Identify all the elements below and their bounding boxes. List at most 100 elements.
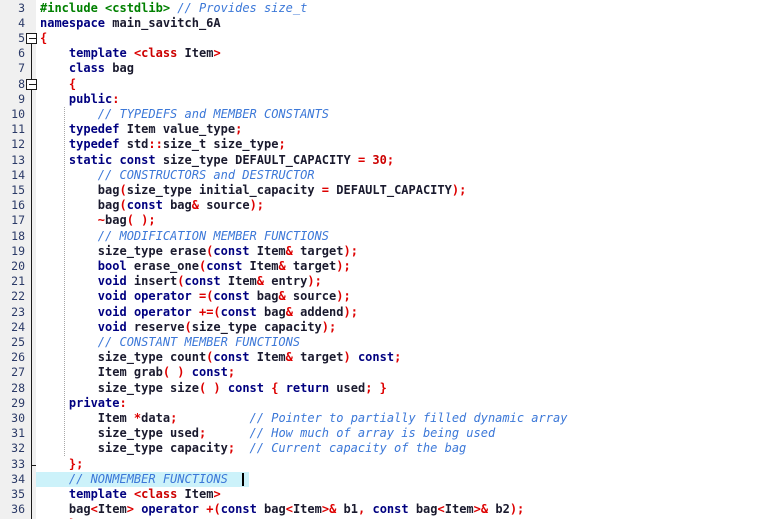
code-token: :: [112, 91, 120, 106]
code-token: bag: [105, 213, 127, 228]
code-token: {: [68, 76, 77, 91]
code-line[interactable]: bag(size_type initial_capacity = DEFAULT…: [40, 183, 467, 198]
code-token: &: [285, 304, 293, 319]
code-line[interactable]: public:: [40, 92, 120, 107]
code-token: Item: [249, 243, 286, 258]
code-token: Item: [184, 46, 214, 61]
code-line[interactable]: void operator +=(const bag& addend);: [40, 305, 358, 320]
code-token: (: [177, 274, 185, 289]
code-line[interactable]: // CONSTANT MEMBER FUNCTIONS: [40, 335, 300, 350]
line-number: 18: [11, 228, 25, 243]
code-line[interactable]: void reserve(size_type capacity);: [40, 320, 336, 335]
code-line[interactable]: {: [40, 31, 47, 46]
code-token: // Provides size_t: [177, 0, 308, 15]
code-token: Item: [242, 258, 279, 273]
code-token: used: [329, 380, 366, 395]
code-token: +=(: [198, 304, 221, 319]
code-token: template: [68, 486, 127, 501]
code-line[interactable]: {: [40, 77, 76, 92]
code-token: Item: [220, 274, 257, 289]
code-line[interactable]: template <class Item>: [40, 487, 221, 502]
code-token: &: [278, 258, 286, 273]
code-token: Item: [97, 502, 127, 517]
code-token: (: [184, 319, 192, 334]
code-token: ;: [386, 152, 395, 167]
code-line[interactable]: template <class Item>: [40, 46, 221, 61]
code-text-area[interactable]: #include <cstdlib> // Provides size_t nam…: [36, 0, 780, 519]
code-token: namespace: [40, 15, 106, 30]
code-line[interactable]: Item *data; // Pointer to partially fill…: [40, 410, 568, 426]
code-token: &: [285, 243, 293, 258]
code-token: class: [141, 46, 178, 61]
code-line[interactable]: ~bag( );: [40, 213, 156, 228]
code-line[interactable]: static const size_type DEFAULT_CAPACITY …: [40, 153, 394, 168]
code-token: );: [321, 319, 337, 334]
code-token: const: [119, 152, 156, 167]
code-line[interactable]: class bag: [40, 61, 134, 76]
code-line[interactable]: bag<Item> operator +(const bag<Item>& b1…: [40, 502, 524, 517]
code-token: bag: [256, 502, 286, 517]
code-line[interactable]: // NONMEMBER FUNCTIONS: [40, 472, 228, 487]
code-line[interactable]: size_type size( ) const { return used; }: [40, 381, 387, 396]
code-token: size_type count: [97, 350, 207, 365]
code-token: void: [97, 319, 127, 334]
code-line[interactable]: namespace main_savitch_6A: [40, 16, 221, 31]
code-token: const: [126, 198, 163, 213]
code-token: };: [68, 456, 84, 471]
code-line[interactable]: size_type erase(const Item& target);: [40, 244, 358, 259]
code-line[interactable]: size_type capacity; // Current capacity …: [40, 441, 466, 456]
code-line[interactable]: Item grab( ) const;: [40, 365, 235, 380]
code-line[interactable]: size_type used; // How much of array is …: [40, 426, 495, 441]
code-token: const: [220, 502, 257, 517]
code-token: Item: [97, 410, 134, 425]
line-number: 21: [11, 274, 25, 289]
line-number: 7: [18, 61, 25, 76]
code-line[interactable]: void insert(const Item& entry);: [40, 274, 322, 289]
code-line[interactable]: bool erase_one(const Item& target);: [40, 259, 351, 274]
code-token: const: [184, 274, 221, 289]
code-token: size_t size_type: [162, 137, 279, 152]
code-token: source: [285, 289, 337, 304]
code-token: Item: [184, 486, 214, 501]
code-line[interactable]: // TYPEDEFS and MEMBER CONSTANTS: [40, 107, 329, 122]
code-token: ;: [394, 350, 402, 365]
line-number: 12: [11, 137, 25, 152]
code-token: // CONSTANT MEMBER FUNCTIONS: [97, 334, 301, 349]
line-number: 17: [11, 213, 25, 228]
code-editor[interactable]: #include <cstdlib> // Provides size_t nam…: [0, 0, 780, 519]
code-token: :: [119, 395, 127, 410]
code-line[interactable]: size_type count(const Item& target) cons…: [40, 350, 402, 365]
code-line[interactable]: #include <cstdlib> // Provides size_t: [40, 1, 307, 16]
code-line[interactable]: typedef Item value_type;: [40, 122, 242, 137]
code-token: );: [509, 502, 525, 517]
code-line[interactable]: };: [40, 457, 83, 472]
code-line[interactable]: bag(const bag& source);: [40, 198, 264, 213]
code-token: entry: [264, 274, 308, 289]
code-token: );: [343, 304, 358, 319]
code-line[interactable]: // CONSTRUCTORS and DESTRUCTOR: [40, 168, 315, 183]
code-token: std: [126, 137, 149, 152]
code-line[interactable]: typedef std::size_t size_type;: [40, 137, 286, 152]
line-number: 3: [18, 0, 25, 15]
code-line[interactable]: private:: [40, 396, 127, 411]
code-token: +(: [206, 502, 221, 517]
code-line[interactable]: // MODIFICATION MEMBER FUNCTIONS: [40, 229, 329, 244]
code-line[interactable]: void operator =(const bag& source);: [40, 289, 351, 304]
code-token: bag: [112, 61, 134, 76]
code-token: &: [191, 198, 199, 213]
